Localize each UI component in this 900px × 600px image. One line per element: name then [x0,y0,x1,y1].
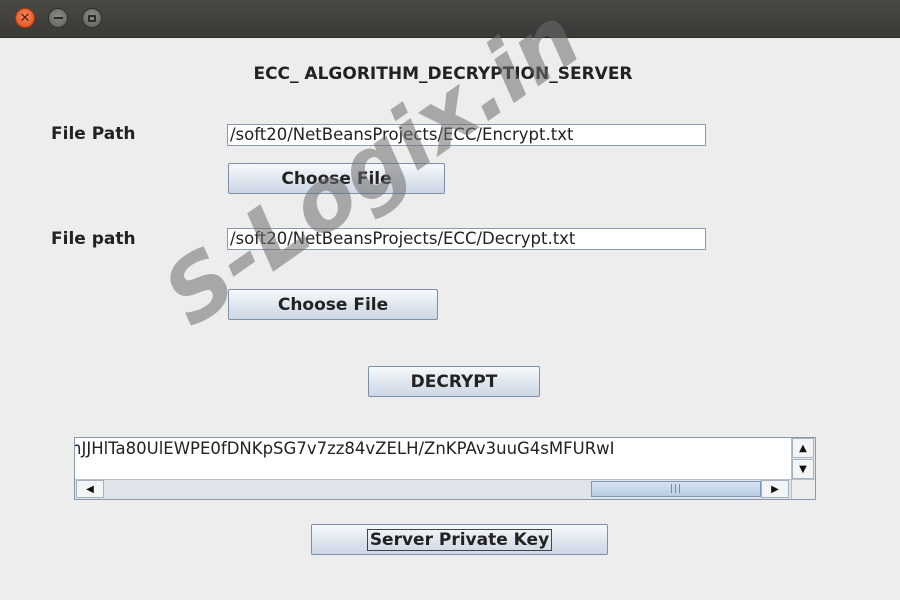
scroll-down-button[interactable]: ▼ [792,459,814,479]
encrypt-file-path-label: File Path [51,124,136,144]
choose-encrypt-file-button[interactable]: Choose File [228,163,445,194]
minimize-window-button[interactable] [48,8,68,28]
scrollbar-corner [791,479,815,499]
maximize-window-button[interactable] [82,8,102,28]
arrow-down-icon: ▼ [799,463,807,475]
output-scroll-pane: hJJHlTa80UlEWPE0fDNKpSG7v7zz84vZELH/ZnKP… [74,437,816,500]
server-private-key-label: Server Private Key [366,528,553,551]
encrypt-file-path-field[interactable]: /soft20/NetBeansProjects/ECC/Encrypt.txt [227,124,706,146]
scroll-left-button[interactable]: ◀ [76,480,104,498]
scroll-right-button[interactable]: ▶ [761,480,789,498]
choose-decrypt-file-button[interactable]: Choose File [228,289,438,320]
arrow-left-icon: ◀ [86,483,94,495]
horizontal-scrollbar[interactable]: ◀ ||| ▶ [75,479,791,499]
close-icon: ✕ [19,10,31,26]
app-title: ECC_ ALGORITHM_DECRYPTION_SERVER [253,64,633,84]
scroll-thumb-grip: ||| [669,484,683,494]
window-titlebar: ✕ [0,0,900,38]
decrypted-output-textarea[interactable]: hJJHlTa80UlEWPE0fDNKpSG7v7zz84vZELH/ZnKP… [75,438,791,480]
decrypt-button[interactable]: DECRYPT [368,366,540,397]
arrow-right-icon: ▶ [771,483,779,495]
minimize-icon [53,17,63,19]
maximize-icon [88,14,96,22]
close-window-button[interactable]: ✕ [15,8,35,28]
decrypted-output-text: hJJHlTa80UlEWPE0fDNKpSG7v7zz84vZELH/ZnKP… [75,439,615,458]
decrypt-file-path-field[interactable]: /soft20/NetBeansProjects/ECC/Decrypt.txt [227,228,706,250]
server-private-key-button[interactable]: Server Private Key [311,524,608,555]
decrypt-file-path-label: File path [51,229,136,249]
vertical-scrollbar[interactable]: ▲ ▼ [791,438,815,480]
horizontal-scroll-thumb[interactable]: ||| [591,481,761,497]
arrow-up-icon: ▲ [799,442,807,454]
scroll-up-button[interactable]: ▲ [792,438,814,458]
